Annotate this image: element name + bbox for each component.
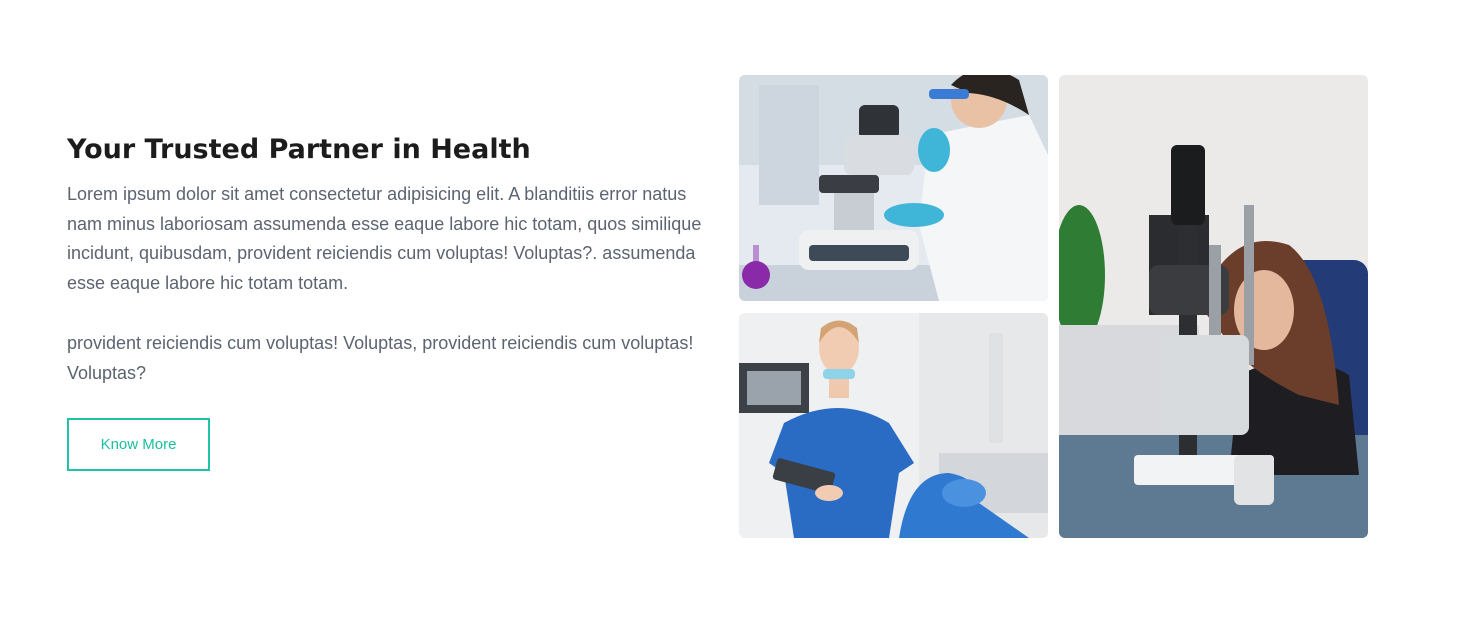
body-paragraph-2: provident reiciendis cum voluptas! Volup… (67, 332, 694, 383)
body-paragraph-1: Lorem ipsum dolor sit amet consectetur a… (67, 184, 702, 294)
know-more-button[interactable]: Know More (67, 418, 210, 471)
eye-exam-photo (1059, 75, 1368, 538)
scientist-microscope-photo (739, 75, 1048, 301)
content-column: Your Trusted Partner in Health Lorem ips… (67, 131, 717, 471)
section-title: Your Trusted Partner in Health (67, 134, 531, 165)
nurse-tablet-photo (739, 313, 1048, 538)
